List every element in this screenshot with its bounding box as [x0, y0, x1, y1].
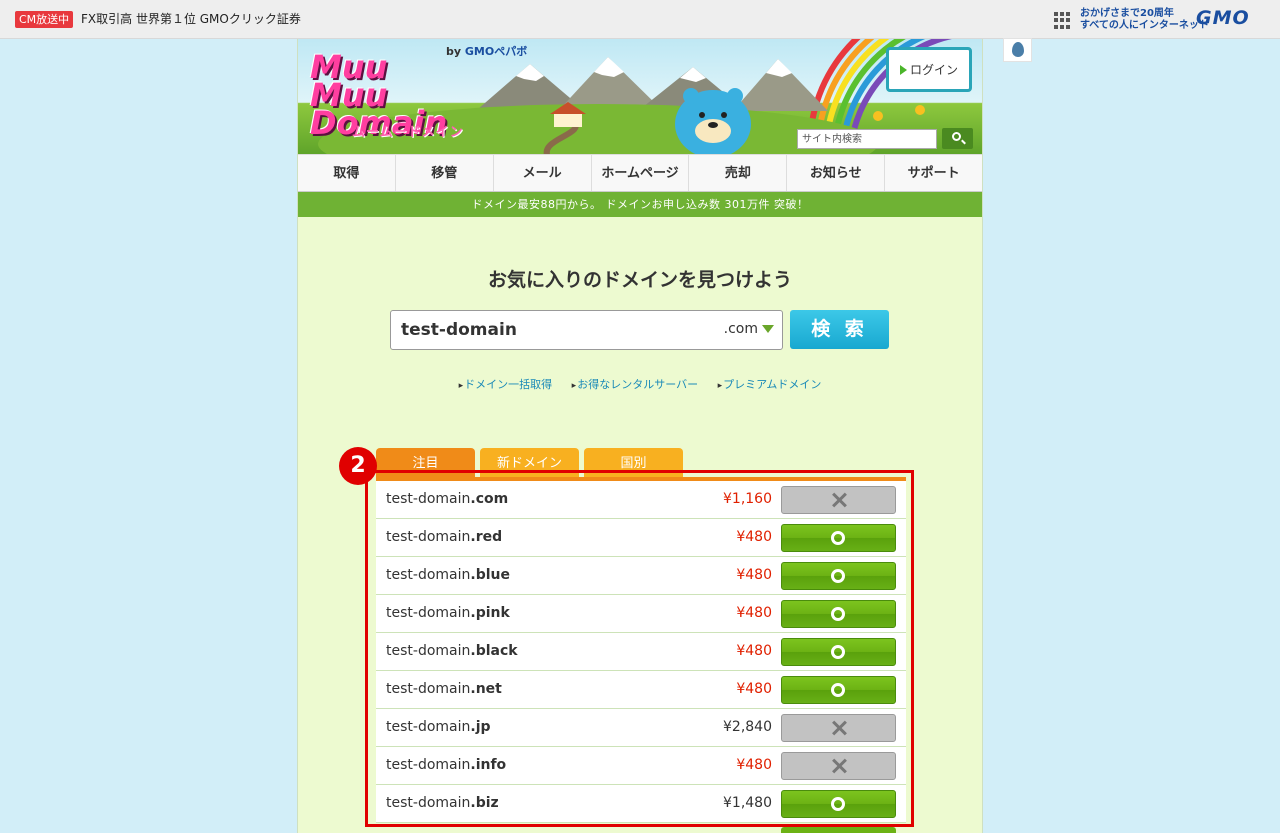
logo-by-text: by	[446, 45, 462, 58]
nav-item-news[interactable]: お知らせ	[787, 155, 886, 191]
search-headline: お気に入りのドメインを見つけよう	[487, 269, 792, 291]
gmo-top-bar: CM放送中 FX取引高 世界第１位 GMOクリック証券 おかげさまで20周年 す…	[0, 0, 1280, 39]
nav-item-acquire[interactable]: 取得	[298, 155, 396, 191]
login-button[interactable]: ログイン	[886, 47, 972, 92]
dropdown-arrow-icon	[762, 325, 774, 333]
gmo-tagline-line2: すべての人にインターネット	[1080, 20, 1209, 31]
step-number-badge: 2	[339, 447, 377, 485]
nav-item-sell[interactable]: 売却	[689, 155, 788, 191]
apps-grid-icon[interactable]	[1054, 12, 1071, 29]
play-arrow-icon	[899, 64, 907, 75]
login-label: ログイン	[909, 63, 958, 77]
domain-search-input[interactable]: test-domain .com	[390, 310, 783, 350]
balloon-icon	[1012, 42, 1024, 57]
logo-kana: ムームードメイン	[352, 125, 464, 140]
site-search-input[interactable]: サイト内検索	[797, 129, 937, 149]
topbar-ad-link[interactable]: FX取引高 世界第１位 GMOクリック証券	[81, 10, 301, 28]
logo-by-brand[interactable]: by GMOペパボ	[446, 43, 527, 59]
search-icon	[952, 132, 961, 141]
domain-search-value: test-domain	[401, 320, 517, 340]
site-search-button[interactable]	[942, 128, 973, 149]
gmo-tagline[interactable]: おかげさまで20周年 すべての人にインターネット	[1080, 8, 1209, 32]
domain-search-button[interactable]: 検 索	[790, 310, 889, 349]
side-widget[interactable]	[1003, 38, 1032, 62]
nav-item-mail[interactable]: メール	[494, 155, 592, 191]
site-header: by GMOペパボ Muu Muu Domain ムームードメイン ログイン サ…	[298, 39, 982, 154]
sub-links: ドメイン一括取得 お得なレンタルサーバー プレミアムドメイン	[298, 376, 982, 392]
link-premium-domain[interactable]: プレミアムドメイン	[718, 378, 822, 391]
link-rental-server[interactable]: お得なレンタルサーバー	[572, 378, 698, 391]
global-nav: 取得 移管 メール ホームページ 売却 お知らせ サポート	[298, 154, 982, 192]
tld-select-value: .com	[723, 321, 758, 337]
promo-banner: ドメイン最安88円から。 ドメインお申し込み数 301万件 突破！	[298, 192, 982, 217]
cm-badge[interactable]: CM放送中	[15, 11, 74, 28]
tld-select[interactable]: .com	[724, 321, 774, 337]
nav-item-support[interactable]: サポート	[885, 155, 982, 191]
annotation-highlight-box	[365, 470, 914, 827]
gmo-logo[interactable]: GMO	[1196, 7, 1250, 29]
nav-item-transfer[interactable]: 移管	[396, 155, 494, 191]
gmo-tagline-line1: おかげさまで20周年	[1080, 8, 1174, 19]
link-bulk-domain[interactable]: ドメイン一括取得	[459, 378, 553, 391]
next-row-status-peek	[781, 827, 896, 833]
nav-item-homepage[interactable]: ホームページ	[592, 155, 690, 191]
logo-by-brand-name: GMOペパボ	[464, 45, 528, 58]
